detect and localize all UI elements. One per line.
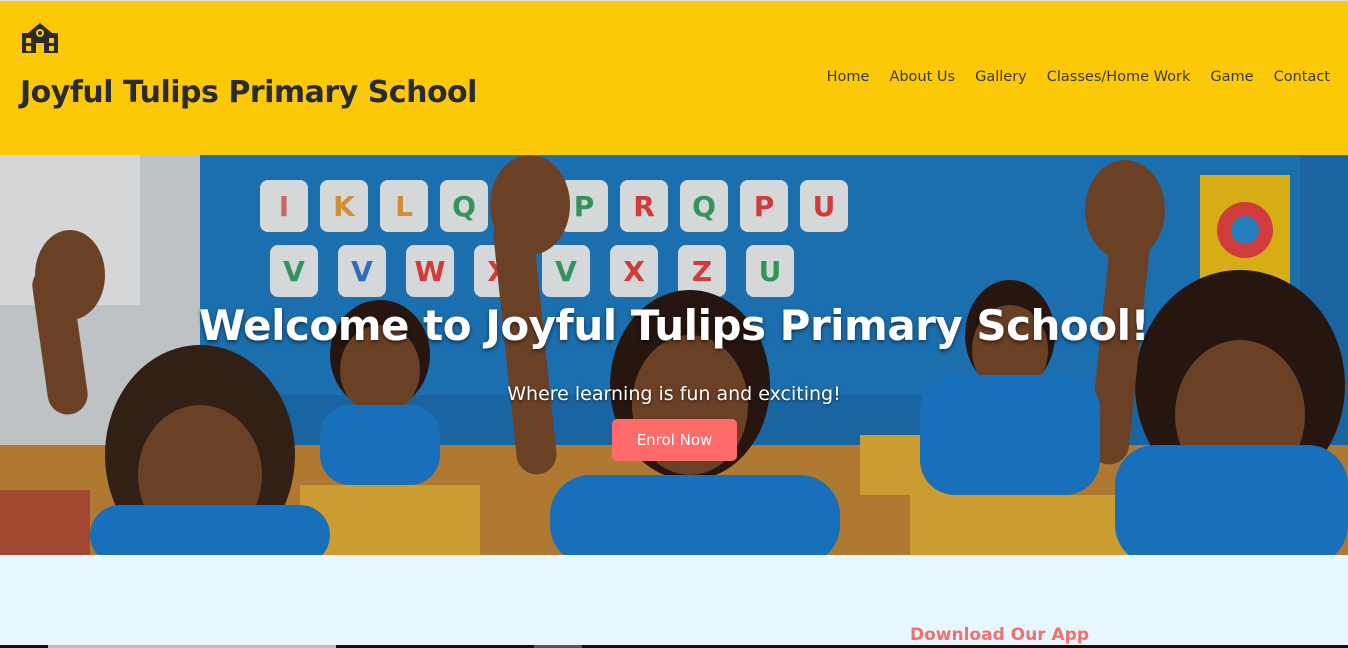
nav-gallery[interactable]: Gallery [975,69,1027,85]
nav-classes-homework[interactable]: Classes/Home Work [1047,69,1191,85]
site-header: Joyful Tulips Primary School Home About … [0,0,1348,155]
app-download-section: Download Our App [0,555,1348,648]
hero-subtitle: Where learning is fun and exciting! [507,383,841,405]
school-building-icon[interactable] [20,21,60,55]
nav-contact[interactable]: Contact [1274,69,1330,85]
site-title[interactable]: Joyful Tulips Primary School [20,75,477,110]
download-app-heading: Download Our App [910,625,1090,645]
nav-about-us[interactable]: About Us [889,69,955,85]
main-nav: Home About Us Gallery Classes/Home Work … [827,69,1330,85]
nav-home[interactable]: Home [827,69,870,85]
nav-game[interactable]: Game [1210,69,1253,85]
hero-title: Welcome to Joyful Tulips Primary School! [198,301,1150,350]
hero-overlay [0,155,1348,555]
hero-banner: IKLQOPRQPUVVWXVXZU Welcome to Joyful Tul… [0,155,1348,555]
enrol-now-button[interactable]: Enrol Now [612,419,737,461]
